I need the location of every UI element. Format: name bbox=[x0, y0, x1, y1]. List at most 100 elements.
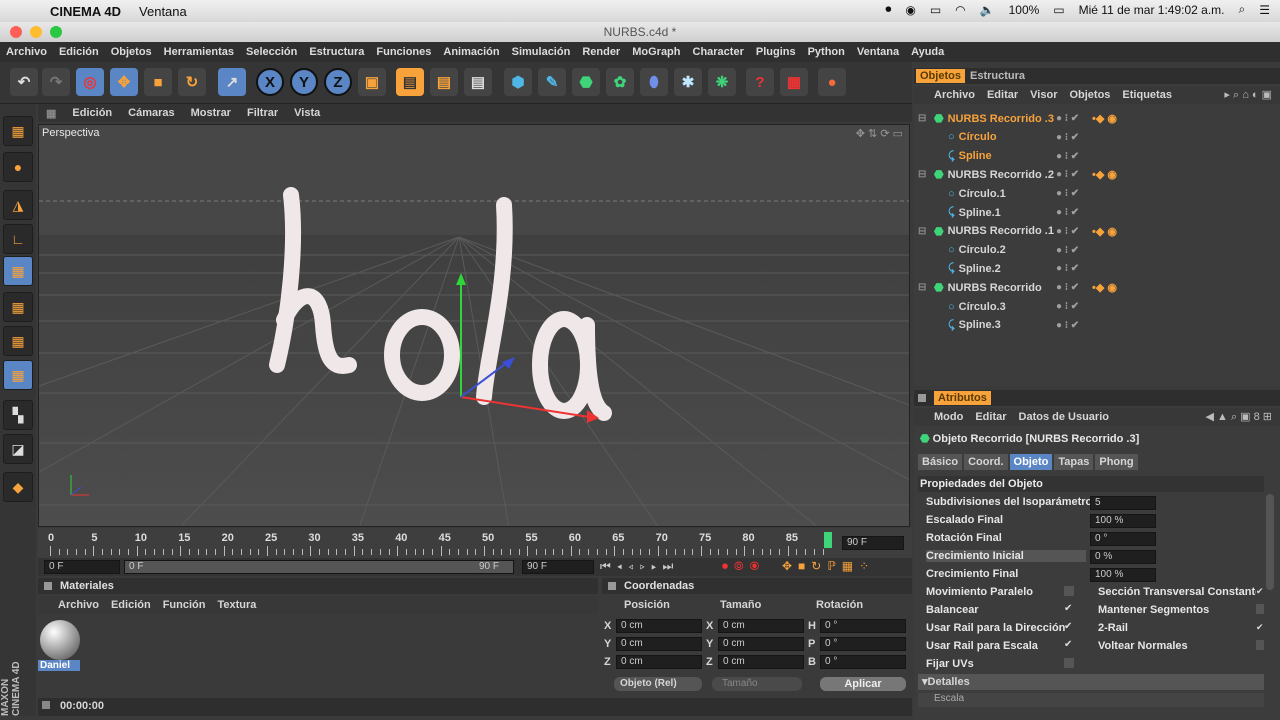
viewport-menu-item-4[interactable]: Vista bbox=[286, 107, 328, 119]
airplay-icon[interactable]: ▭ bbox=[930, 3, 941, 17]
attr-field-value[interactable]: 0 % bbox=[1090, 550, 1156, 564]
material-name[interactable]: Daniel bbox=[38, 660, 80, 671]
attr-tab-4[interactable]: Phong bbox=[1095, 454, 1138, 470]
object-name[interactable]: Círculo.3 bbox=[959, 301, 1057, 313]
attr-checkbox[interactable]: ✔ bbox=[1064, 640, 1074, 650]
object-name[interactable]: Spline.1 bbox=[959, 207, 1057, 219]
coord-pos-field[interactable]: 0 cm bbox=[616, 637, 702, 651]
select-tool-icon[interactable]: ◎ bbox=[76, 68, 104, 96]
attributes-title[interactable]: Atributos bbox=[934, 391, 991, 405]
object-row[interactable]: ⊟ ⬣ NURBS Recorrido .2 ● ⁝ ✔ •◆ ◉ bbox=[914, 165, 1280, 184]
object-name[interactable]: Círculo bbox=[959, 131, 1057, 143]
scene-icon[interactable]: ✱ bbox=[674, 68, 702, 96]
menu-item-9[interactable]: Render bbox=[576, 46, 626, 58]
attributes-nav-icons[interactable]: ◀ ▲ ⌕ ▣ 8 ⊞ bbox=[1205, 410, 1272, 424]
menu-item-8[interactable]: Simulación bbox=[506, 46, 577, 58]
object-mode-icon[interactable]: ◮ bbox=[3, 190, 33, 220]
coords-mode-select[interactable]: Objeto (Rel) bbox=[614, 677, 702, 691]
expand-icon[interactable]: ⊟ bbox=[918, 282, 930, 293]
mograph-icon[interactable]: ✿ bbox=[606, 68, 634, 96]
object-name[interactable]: Spline.2 bbox=[959, 263, 1057, 275]
tab-estructura[interactable]: Estructura bbox=[970, 70, 1025, 82]
menu-item-7[interactable]: Animación bbox=[437, 46, 505, 58]
end-frame-field[interactable]: 90 F bbox=[842, 536, 904, 550]
redo-icon[interactable]: ↷ bbox=[42, 68, 70, 96]
visibility-flags[interactable]: ● ⁝ ✔ bbox=[1056, 263, 1079, 274]
object-row[interactable]: ⊟ ⬣ NURBS Recorrido ● ⁝ ✔ •◆ ◉ bbox=[914, 278, 1280, 297]
size-mode-select[interactable]: Tamaño bbox=[712, 677, 802, 691]
materials-menu-item-2[interactable]: Función bbox=[163, 599, 214, 611]
menu-item-14[interactable]: Ventana bbox=[851, 46, 905, 58]
move-tool-icon[interactable]: ✥ bbox=[110, 68, 138, 96]
menu-item-15[interactable]: Ayuda bbox=[905, 46, 950, 58]
minimize-window-button[interactable] bbox=[30, 26, 42, 38]
object-row[interactable]: ⤹ Spline.1 ● ⁝ ✔ bbox=[914, 203, 1280, 222]
attr-checkbox[interactable]: ✔ bbox=[1064, 622, 1074, 632]
timeline[interactable]: 0 5 10 15 20 25 30 35 40 45 50 55 60 65 70 75 80 85 90 F bbox=[38, 528, 912, 558]
workplane-icon[interactable]: ◪ bbox=[3, 434, 33, 464]
object-name[interactable]: NURBS Recorrido .3 bbox=[948, 113, 1060, 125]
range-slider[interactable]: 0 F 90 F bbox=[124, 560, 514, 574]
window-menu[interactable]: Ventana bbox=[139, 4, 187, 19]
visibility-flags[interactable]: ● ⁝ ✔ bbox=[1056, 320, 1079, 331]
wifi-icon[interactable]: ◠ bbox=[955, 3, 965, 17]
tag-icons[interactable]: •◆ ◉ bbox=[1092, 168, 1117, 181]
visibility-flags[interactable]: ● ⁝ ✔ bbox=[1056, 113, 1079, 124]
coord-rot-field[interactable]: 0 ° bbox=[820, 619, 906, 633]
visibility-flags[interactable]: ● ⁝ ✔ bbox=[1056, 226, 1079, 237]
menu-item-11[interactable]: Character bbox=[687, 46, 750, 58]
visibility-flags[interactable]: ● ⁝ ✔ bbox=[1056, 282, 1079, 293]
model-mode-icon[interactable]: ● bbox=[3, 152, 33, 182]
coordinate-system-icon[interactable]: ↗ bbox=[218, 68, 246, 96]
object-menu-item-3[interactable]: Objetos bbox=[1069, 89, 1118, 101]
coord-size-field[interactable]: 0 cm bbox=[718, 655, 804, 669]
object-name[interactable]: NURBS Recorrido .1 bbox=[948, 225, 1060, 237]
layout-icon[interactable]: ▦ bbox=[3, 116, 33, 146]
spline-pen-icon[interactable]: ✎ bbox=[538, 68, 566, 96]
attr-field-value[interactable]: 0 ° bbox=[1090, 532, 1156, 546]
rotate-tool-icon[interactable]: ↻ bbox=[178, 68, 206, 96]
edges-mode-icon[interactable]: ▦ bbox=[3, 292, 33, 322]
attributes-menu-item-2[interactable]: Datos de Usuario bbox=[1019, 411, 1117, 423]
attr-field-value[interactable]: 100 % bbox=[1090, 514, 1156, 528]
object-row[interactable]: ○ Círculo.3 ● ⁝ ✔ bbox=[914, 297, 1280, 316]
object-name[interactable]: Spline bbox=[959, 150, 1057, 162]
axis-y-button[interactable]: Y bbox=[290, 68, 318, 96]
clock[interactable]: Mié 11 de mar 1:49:02 a.m. bbox=[1079, 3, 1225, 17]
timeline-ruler[interactable]: 0 5 10 15 20 25 30 35 40 45 50 55 60 65 70 75 80 85 bbox=[38, 528, 838, 558]
tag-icons[interactable]: •◆ ◉ bbox=[1092, 112, 1117, 125]
viewport-perspective[interactable]: Perspectiva ✥ ⇅ ⟳ ▭ bbox=[38, 124, 910, 527]
visibility-flags[interactable]: ● ⁝ ✔ bbox=[1056, 245, 1079, 256]
attr-tab-3[interactable]: Tapas bbox=[1054, 454, 1094, 470]
axis-x-button[interactable]: X bbox=[256, 68, 284, 96]
sculpt-icon[interactable]: ◆ bbox=[3, 472, 33, 502]
coord-rot-field[interactable]: 0 ° bbox=[820, 637, 906, 651]
camera-icon[interactable]: ? bbox=[746, 68, 774, 96]
attributes-menu-item-1[interactable]: Editar bbox=[975, 411, 1014, 423]
attr-checkbox[interactable] bbox=[1064, 586, 1074, 596]
expand-icon[interactable]: ⊟ bbox=[918, 226, 930, 237]
playback-controls[interactable]: ⏮◂◃▹▸⏭ bbox=[600, 559, 679, 574]
attr-field-value[interactable]: 5 bbox=[1090, 496, 1156, 510]
object-row[interactable]: ⤹ Spline ● ⁝ ✔ bbox=[914, 147, 1280, 166]
viewport-menu-item-1[interactable]: Cámaras bbox=[120, 107, 182, 119]
close-window-button[interactable] bbox=[10, 26, 22, 38]
points-mode-icon[interactable]: ▦ bbox=[3, 256, 33, 286]
attr-tab-1[interactable]: Coord. bbox=[964, 454, 1008, 470]
object-menu-item-4[interactable]: Etiquetas bbox=[1122, 89, 1180, 101]
max-frame-field[interactable]: 90 F bbox=[522, 560, 594, 574]
render-settings-icon[interactable]: ▤ bbox=[464, 68, 492, 96]
battery-icon[interactable]: ▭ bbox=[1053, 3, 1064, 17]
coord-size-field[interactable]: 0 cm bbox=[718, 619, 804, 633]
undo-icon[interactable]: ↶ bbox=[10, 68, 38, 96]
material-preview[interactable] bbox=[40, 620, 80, 660]
polygons-mode-icon[interactable]: ▦ bbox=[3, 326, 33, 356]
object-row[interactable]: ⤹ Spline.3 ● ⁝ ✔ bbox=[914, 316, 1280, 335]
battery-percent[interactable]: 100% bbox=[1009, 3, 1040, 17]
cube-icon[interactable]: ⬢ bbox=[504, 68, 532, 96]
attributes-scrollbar[interactable] bbox=[1266, 494, 1274, 590]
texture-mode-icon[interactable]: ∟ bbox=[3, 224, 33, 254]
details-section[interactable]: ▾Detalles bbox=[918, 674, 1264, 690]
coord-pos-field[interactable]: 0 cm bbox=[616, 619, 702, 633]
attr-checkbox[interactable] bbox=[1256, 640, 1264, 650]
